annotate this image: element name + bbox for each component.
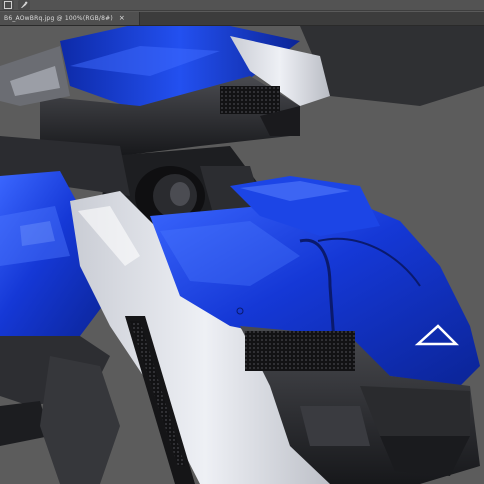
document-tab-label: B6_AOwBRq.jpg @ 100%(RGB/8#): [4, 15, 113, 22]
close-icon[interactable]: ×: [119, 15, 125, 22]
tool-preset-icon: [4, 1, 12, 9]
document-tab-bar: B6_AOwBRq.jpg @ 100%(RGB/8#) ×: [0, 12, 484, 26]
brush-settings-icon: [21, 1, 28, 8]
options-bar: [0, 0, 484, 11]
mech-artwork-image: [0, 26, 484, 484]
brush-settings-button[interactable]: [18, 0, 30, 10]
photoshop-window: B6_AOwBRq.jpg @ 100%(RGB/8#) ×: [0, 0, 484, 484]
document-canvas[interactable]: [0, 26, 484, 484]
tool-preset-button[interactable]: [2, 0, 14, 10]
document-tab[interactable]: B6_AOwBRq.jpg @ 100%(RGB/8#) ×: [0, 12, 140, 25]
